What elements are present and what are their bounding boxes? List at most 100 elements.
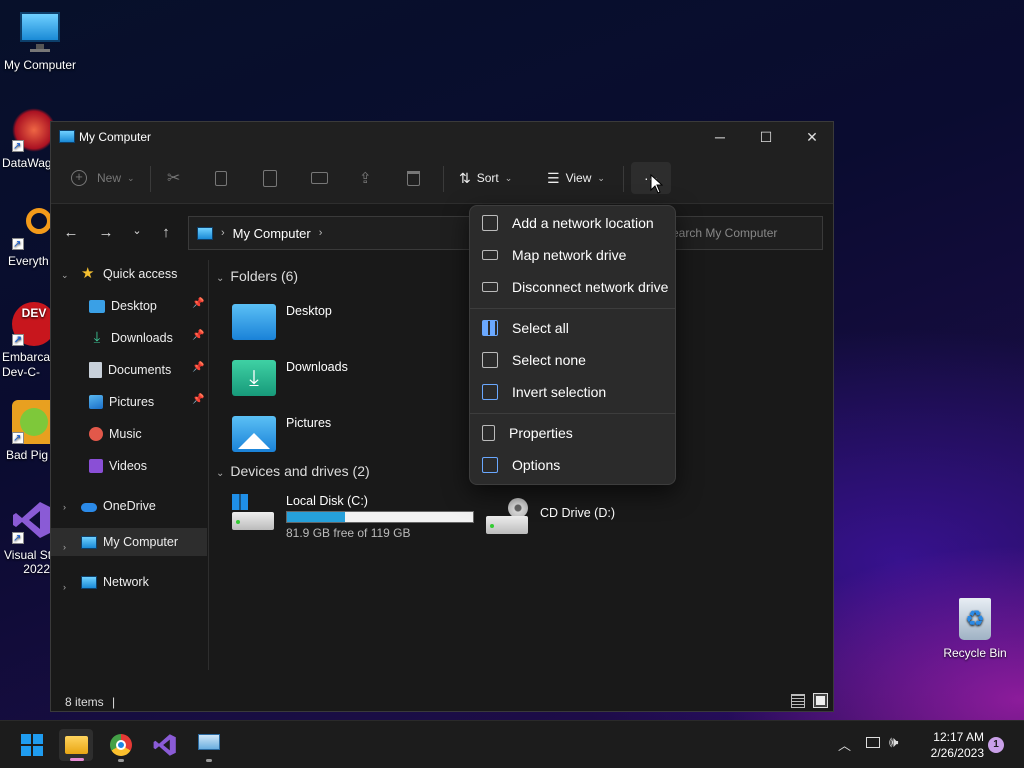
tiles-view-icon[interactable] <box>813 693 828 708</box>
folders-section-header[interactable]: ⌄ Folders (6) <box>216 268 298 284</box>
nav-item-desktop[interactable]: Desktop <box>89 292 157 320</box>
clock[interactable]: 12:17 AM 2/26/2023 <box>914 729 984 761</box>
volume-tray-icon[interactable]: 🕪 <box>889 734 898 751</box>
breadcrumb-chevron-icon: › <box>318 227 323 239</box>
desktop-icon-label: DataWag <box>2 156 52 170</box>
chevron-right-icon[interactable]: › <box>63 542 66 552</box>
desktop-icon-recycle-bin[interactable]: ♻ Recycle Bin <box>935 598 1015 660</box>
network-tray-icon[interactable] <box>866 737 880 748</box>
section-title: Devices and drives (2) <box>230 463 370 479</box>
menu-select-all[interactable]: Select all <box>474 313 673 343</box>
chevron-right-icon[interactable]: › <box>63 502 66 512</box>
chrome-taskbar-icon[interactable] <box>104 729 138 762</box>
chevron-right-icon[interactable]: › <box>63 582 66 592</box>
folder-downloads[interactable]: ⤓ Downloads <box>232 360 348 396</box>
folder-desktop[interactable]: Desktop <box>232 304 332 340</box>
status-separator: | <box>112 695 116 709</box>
visual-studio-taskbar-icon[interactable] <box>148 729 182 761</box>
nav-item-music[interactable]: Music <box>89 420 142 448</box>
breadcrumb-monitor-icon <box>197 226 213 240</box>
desktop-folder-icon <box>232 304 276 340</box>
menu-label: Select none <box>512 352 586 368</box>
nav-network[interactable]: Network <box>81 568 149 596</box>
menu-add-network-location[interactable]: Add a network location <box>474 208 673 238</box>
status-bar: 8 items | <box>51 685 833 713</box>
nav-item-pictures[interactable]: Pictures <box>89 388 154 416</box>
back-arrow-icon[interactable]: ← <box>61 224 81 244</box>
maximize-button[interactable]: ☐ <box>743 122 789 152</box>
minimize-button[interactable]: ─ <box>697 122 743 152</box>
item-count: 8 items <box>65 695 104 709</box>
menu-label: Map network drive <box>512 247 627 263</box>
desktop-icon-devcpp[interactable]: DEV ↗ Embarca Dev-C- <box>0 302 56 380</box>
copy-button[interactable] <box>215 162 227 194</box>
new-button[interactable]: + New ⌄ <box>71 162 135 194</box>
details-view-icon[interactable] <box>791 694 805 708</box>
file-explorer-taskbar-icon[interactable] <box>59 729 93 761</box>
desktop-icon-visual-studio[interactable]: ↗ Visual St 2022 <box>0 500 54 576</box>
folder-name: Pictures <box>286 416 332 430</box>
desktop-icon-bad-piggies[interactable]: ↗ Bad Pig <box>0 400 56 462</box>
show-hidden-icons-chevron-icon[interactable]: ︿ <box>838 735 851 754</box>
drive-cd-d[interactable]: CD Drive (D:) <box>486 498 615 536</box>
menu-divider <box>470 308 675 309</box>
menu-label: Invert selection <box>512 384 607 400</box>
section-title: Folders (6) <box>230 268 299 284</box>
notification-badge[interactable]: 1 <box>988 737 1004 753</box>
nav-item-documents[interactable]: Documents <box>89 356 171 384</box>
share-icon: ⇪ <box>359 170 372 187</box>
address-bar[interactable]: › My Computer › <box>188 216 488 250</box>
nav-my-computer[interactable]: My Computer <box>81 528 178 556</box>
window-title: My Computer <box>79 130 152 144</box>
drive-free-space: 81.9 GB free of 119 GB <box>286 526 411 540</box>
menu-options[interactable]: Options <box>474 450 673 480</box>
menu-disconnect-network-drive[interactable]: Disconnect network drive <box>474 272 673 302</box>
menu-select-none[interactable]: Select none <box>474 345 673 375</box>
navigation-pane: ⌄ ★ Quick access Desktop 📌 ⤓ Downloads 📌… <box>51 260 209 670</box>
menu-label: Select all <box>512 320 569 336</box>
forward-arrow-icon[interactable]: → <box>96 224 116 244</box>
copy-icon <box>215 170 227 186</box>
rename-button[interactable] <box>311 162 328 194</box>
sort-button[interactable]: ⇅ Sort ⌄ <box>459 162 512 194</box>
invert-selection-icon <box>482 384 498 400</box>
delete-button[interactable] <box>407 162 420 194</box>
menu-map-network-drive[interactable]: Map network drive <box>474 240 673 270</box>
nav-item-label: OneDrive <box>103 499 156 513</box>
nav-item-label: My Computer <box>103 535 179 549</box>
breadcrumb-my-computer[interactable]: My Computer <box>233 226 311 241</box>
document-icon <box>89 362 102 378</box>
view-button[interactable]: ☰ View ⌄ <box>547 162 605 194</box>
cut-button[interactable]: ✂ <box>167 162 180 194</box>
drive-usage-bar <box>286 511 474 523</box>
drives-section-header[interactable]: ⌄ Devices and drives (2) <box>216 463 370 479</box>
nav-item-videos[interactable]: Videos <box>89 452 147 480</box>
shortcut-arrow-icon: ↗ <box>12 432 24 444</box>
share-button[interactable]: ⇪ <box>359 162 372 194</box>
nav-onedrive[interactable]: OneDrive <box>81 492 156 520</box>
menu-invert-selection[interactable]: Invert selection <box>474 377 673 407</box>
network-location-icon <box>482 215 498 231</box>
menu-properties[interactable]: Properties <box>474 418 673 448</box>
chevron-down-icon[interactable]: ⌄ <box>61 270 69 281</box>
desktop-icon-everything[interactable]: ↗ Everyth <box>0 206 54 268</box>
title-bar[interactable]: My Computer ─ ☐ ✕ <box>51 122 833 152</box>
menu-label: Disconnect network drive <box>512 279 669 295</box>
pane-divider[interactable] <box>208 260 209 670</box>
close-button[interactable]: ✕ <box>789 122 835 152</box>
shortcut-arrow-icon: ↗ <box>12 140 24 152</box>
desktop-icon-my-computer[interactable]: My Computer <box>0 10 80 72</box>
cd-drive-icon <box>486 498 530 536</box>
menu-label: Options <box>512 457 561 473</box>
drive-local-disk-c[interactable]: Local Disk (C:) 81.9 GB free of 119 GB <box>232 494 474 540</box>
nav-item-downloads[interactable]: ⤓ Downloads <box>89 324 173 352</box>
start-windows-icon[interactable] <box>21 734 43 756</box>
desktop-icon-datawag[interactable]: ↗ DataWag <box>0 108 56 170</box>
folder-pictures[interactable]: Pictures <box>232 416 331 452</box>
desktop-icon-label: Visual St 2022 <box>4 548 52 576</box>
remote-desktop-taskbar-icon[interactable] <box>192 729 226 762</box>
recent-chevron-icon[interactable]: ⌄ <box>127 224 147 244</box>
nav-quick-access[interactable]: ★ Quick access <box>81 260 177 288</box>
paste-button[interactable] <box>263 162 277 194</box>
up-arrow-icon[interactable]: ↑ <box>156 224 176 244</box>
